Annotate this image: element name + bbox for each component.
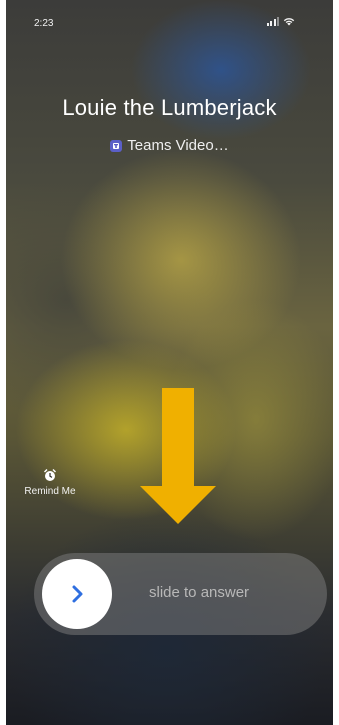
remind-me-label: Remind Me [24,486,76,497]
slide-to-answer-label: slide to answer [149,584,250,601]
wifi-icon [283,18,295,26]
teams-icon [110,139,123,152]
remind-me-button[interactable]: Remind Me [24,468,104,497]
signal-icon [266,17,279,26]
caller-name: Louie the Lumberjack [62,95,277,120]
status-icons [266,16,296,26]
down-arrow-icon [140,388,216,524]
answer-slider-knob[interactable] [42,559,112,629]
chevron-right-icon [72,585,83,603]
status-time: 2:23 [34,18,54,29]
call-type: Teams Video… [6,137,333,154]
slide-to-answer-track[interactable]: slide to answer [34,553,327,635]
incoming-call-screen: 2:23 Louie the Lumberjack Teams Video… R… [6,0,333,725]
call-type-label: Teams Video… [127,137,229,154]
alarm-clock-icon [44,469,56,481]
